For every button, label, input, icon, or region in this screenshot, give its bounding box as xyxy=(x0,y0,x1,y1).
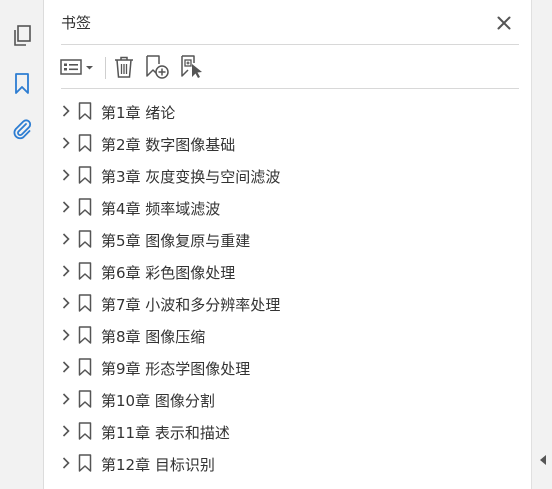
expand-chevron-icon[interactable] xyxy=(59,168,73,182)
expand-chevron-icon[interactable] xyxy=(59,424,73,438)
bookmark-label: 第10章 图像分割 xyxy=(101,392,215,410)
panel-title: 书签 xyxy=(61,14,92,32)
bookmark-label: 第7章 小波和多分辨率处理 xyxy=(101,296,281,314)
bookmark-icon xyxy=(78,294,92,312)
new-bookmark-icon xyxy=(146,55,169,79)
bookmark-label: 第3章 灰度变换与空间滤波 xyxy=(101,168,281,186)
bookmark-item[interactable]: 第12章 目标识别 xyxy=(45,447,531,479)
bookmark-item[interactable]: 第7章 小波和多分辨率处理 xyxy=(45,287,531,319)
new-bookmark-from-structure-button[interactable] xyxy=(179,54,205,80)
header-divider xyxy=(61,44,519,45)
expand-chevron-icon[interactable] xyxy=(59,392,73,406)
bookmark-label: 第2章 数字图像基础 xyxy=(101,136,236,154)
bookmark-item[interactable]: 第8章 图像压缩 xyxy=(45,319,531,351)
expand-chevron-icon[interactable] xyxy=(59,232,73,246)
bookmark-icon xyxy=(15,73,29,94)
bookmarks-panel: 书签 第1章 绪论 第2章 数字图像基础 第3章 灰度变换与空间滤波 第4章 频… xyxy=(45,0,531,489)
options-menu-button[interactable] xyxy=(59,54,97,80)
expand-chevron-icon[interactable] xyxy=(59,456,73,470)
options-menu-icon xyxy=(60,59,93,75)
collapse-arrow-icon[interactable] xyxy=(538,454,548,466)
attachment-icon xyxy=(13,119,32,140)
bookmark-item[interactable]: 第10章 图像分割 xyxy=(45,383,531,415)
bookmark-item[interactable]: 第11章 表示和描述 xyxy=(45,415,531,447)
bookmark-icon xyxy=(78,166,92,184)
bookmark-label: 第9章 形态学图像处理 xyxy=(101,360,251,378)
attachments-button[interactable] xyxy=(6,113,38,145)
delete-bookmark-button[interactable] xyxy=(113,54,135,80)
left-navigation-rail xyxy=(0,0,44,489)
bookmark-icon xyxy=(78,358,92,376)
close-icon xyxy=(497,16,511,30)
bookmark-label: 第5章 图像复原与重建 xyxy=(101,232,251,250)
bookmark-label: 第4章 频率域滤波 xyxy=(101,200,221,218)
bookmark-item[interactable]: 第5章 图像复原与重建 xyxy=(45,223,531,255)
bookmark-icon xyxy=(78,198,92,216)
bookmarks-button[interactable] xyxy=(6,68,38,100)
panel-collapse-strip[interactable] xyxy=(531,0,552,489)
bookmark-icon xyxy=(78,262,92,280)
expand-chevron-icon[interactable] xyxy=(59,360,73,374)
bookmark-icon xyxy=(78,422,92,440)
bookmark-item[interactable]: 第6章 彩色图像处理 xyxy=(45,255,531,287)
expand-chevron-icon[interactable] xyxy=(59,104,73,118)
expand-chevron-icon[interactable] xyxy=(59,136,73,150)
bookmark-item[interactable]: 第1章 绪论 xyxy=(45,95,531,127)
bookmarks-toolbar xyxy=(45,46,531,88)
new-bookmark-button[interactable] xyxy=(145,54,169,80)
expand-chevron-icon[interactable] xyxy=(59,264,73,278)
pages-icon xyxy=(14,25,31,46)
bookmark-icon xyxy=(78,230,92,248)
bookmark-icon xyxy=(78,390,92,408)
bookmark-label: 第6章 彩色图像处理 xyxy=(101,264,236,282)
bookmark-icon xyxy=(78,454,92,472)
bookmark-item[interactable]: 第3章 灰度变换与空间滤波 xyxy=(45,159,531,191)
trash-icon xyxy=(115,56,133,78)
expand-chevron-icon[interactable] xyxy=(59,296,73,310)
bookmark-label: 第12章 目标识别 xyxy=(101,456,215,474)
pages-button[interactable] xyxy=(6,20,38,52)
panel-header: 书签 xyxy=(45,0,531,44)
bookmark-item[interactable]: 第9章 形态学图像处理 xyxy=(45,351,531,383)
close-panel-button[interactable] xyxy=(493,12,515,34)
bookmark-list: 第1章 绪论第2章 数字图像基础第3章 灰度变换与空间滤波 第4章 频率域滤波第5… xyxy=(45,95,531,479)
expand-chevron-icon[interactable] xyxy=(59,200,73,214)
expand-chevron-icon[interactable] xyxy=(59,328,73,342)
bookmark-label: 第11章 表示和描述 xyxy=(101,424,230,442)
bookmark-label: 第8章 图像压缩 xyxy=(101,328,206,346)
toolbar-divider xyxy=(61,88,519,89)
bookmark-icon xyxy=(78,102,92,120)
toolbar-separator xyxy=(105,57,106,79)
bookmark-from-structure-icon xyxy=(181,55,202,78)
bookmark-item[interactable]: 第4章 频率域滤波 xyxy=(45,191,531,223)
bookmark-label: 第1章 绪论 xyxy=(101,104,176,122)
bookmark-icon xyxy=(78,134,92,152)
bookmark-icon xyxy=(78,326,92,344)
bookmark-item[interactable]: 第2章 数字图像基础 xyxy=(45,127,531,159)
